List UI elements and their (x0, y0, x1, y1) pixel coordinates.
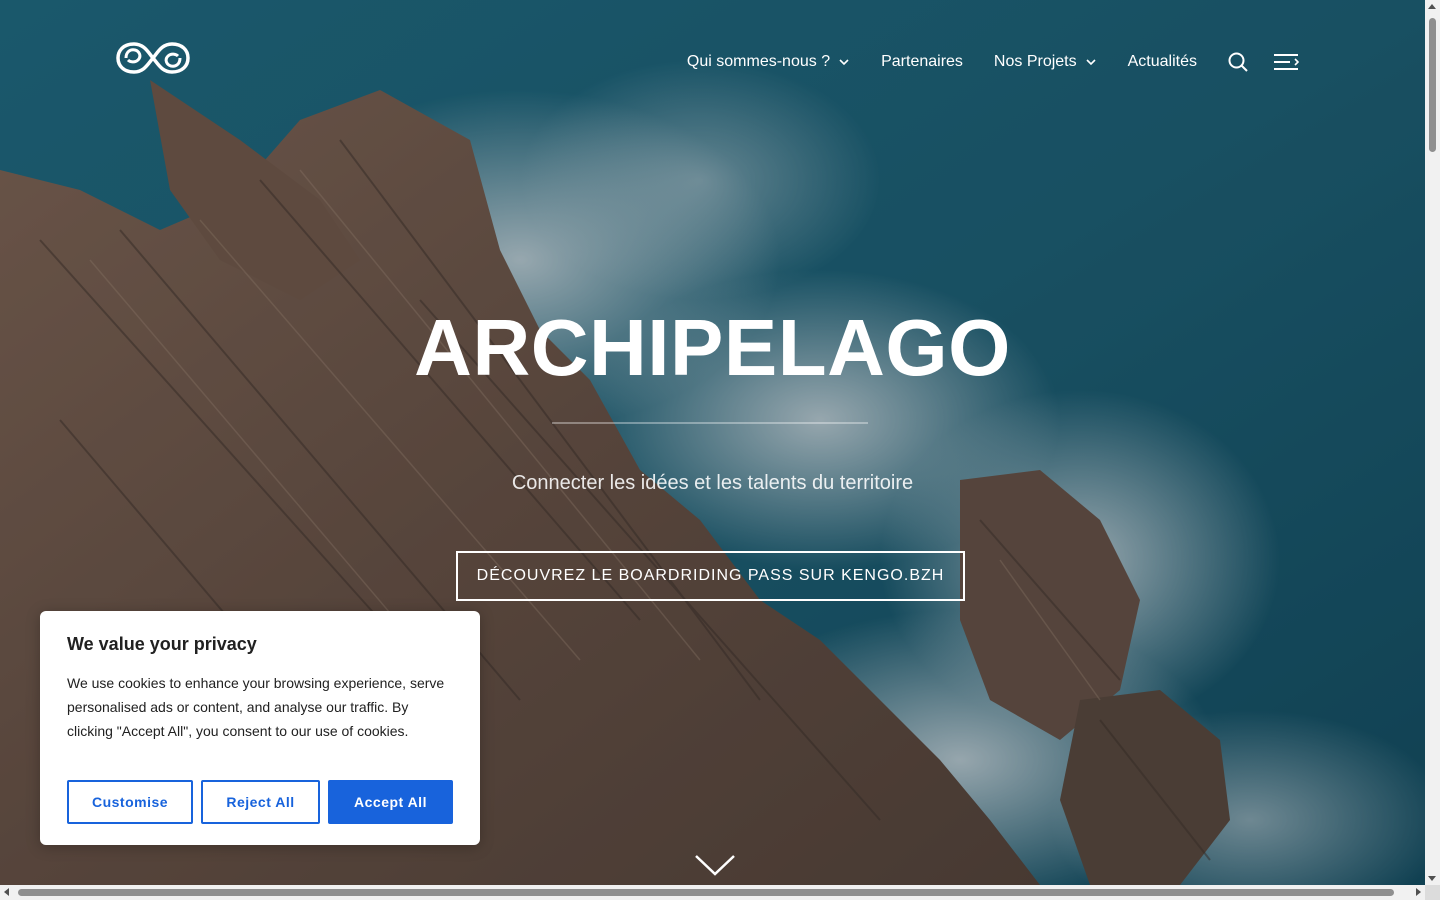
nav-item-label: Qui sommes-nous ? (686, 53, 831, 70)
nav-item-actualites[interactable]: Actualités (1128, 53, 1197, 71)
hero-subtitle: Connecter les idées et les talents du te… (511, 472, 914, 494)
menu-toggle-button[interactable] (1273, 51, 1299, 73)
nav-item-label: Nos Projets (993, 53, 1077, 70)
scroll-up-arrow-icon[interactable] (1428, 4, 1436, 9)
page-viewport: Qui sommes-nous ? Partenaires Nos Projet… (0, 0, 1425, 885)
nav-item-label: Actualités (1127, 53, 1197, 70)
chevron-down-icon (695, 855, 735, 876)
chevron-down-icon (839, 59, 849, 66)
reject-all-button[interactable]: Reject All (201, 780, 320, 824)
cta-label: DÉCOUVREZ LE BOARDRIDING PASS SUR KENGO.… (476, 567, 945, 584)
main-navigation: Qui sommes-nous ? Partenaires Nos Projet… (656, 46, 1299, 78)
search-button[interactable] (1227, 51, 1249, 73)
scrollbar-corner (1425, 885, 1440, 900)
cookie-consent-banner: We value your privacy We use cookies to … (40, 611, 480, 845)
hero-divider (552, 422, 868, 424)
accept-label: Accept All (354, 794, 427, 810)
scroll-right-arrow-icon[interactable] (1416, 888, 1421, 896)
horizontal-scrollbar[interactable] (0, 885, 1425, 900)
menu-toggle-icon (1274, 54, 1299, 70)
cookie-description: We use cookies to enhance your browsing … (67, 675, 445, 739)
customise-label: Customise (91, 794, 169, 810)
vertical-scrollbar-thumb[interactable] (1429, 18, 1436, 152)
reject-label: Reject All (226, 794, 295, 810)
hero-title: ARCHIPELAGO (414, 303, 1011, 392)
nav-item-partenaires[interactable]: Partenaires (881, 53, 963, 71)
scroll-down-button[interactable] (694, 852, 736, 878)
nav-item-nos-projets[interactable]: Nos Projets (994, 53, 1097, 71)
customise-button[interactable]: Customise (67, 780, 193, 824)
site-header: Qui sommes-nous ? Partenaires Nos Projet… (0, 0, 1425, 124)
cookie-title: We value your privacy (67, 634, 257, 654)
boardriding-pass-cta-button[interactable]: DÉCOUVREZ LE BOARDRIDING PASS SUR KENGO.… (456, 551, 965, 601)
nav-item-label: Partenaires (881, 53, 963, 70)
search-icon (1228, 52, 1248, 72)
scroll-down-arrow-icon[interactable] (1428, 876, 1436, 881)
cookie-actions: Customise Reject All Accept All (67, 780, 453, 824)
horizontal-scrollbar-thumb[interactable] (18, 889, 1394, 896)
accept-all-button[interactable]: Accept All (328, 780, 453, 824)
archipelago-infinity-logo-icon (116, 42, 190, 74)
nav-item-qui-sommes-nous[interactable]: Qui sommes-nous ? (687, 53, 850, 71)
chevron-down-icon (1086, 59, 1096, 66)
vertical-scrollbar[interactable] (1425, 0, 1440, 885)
site-logo[interactable] (116, 40, 190, 76)
scroll-left-arrow-icon[interactable] (4, 888, 9, 896)
